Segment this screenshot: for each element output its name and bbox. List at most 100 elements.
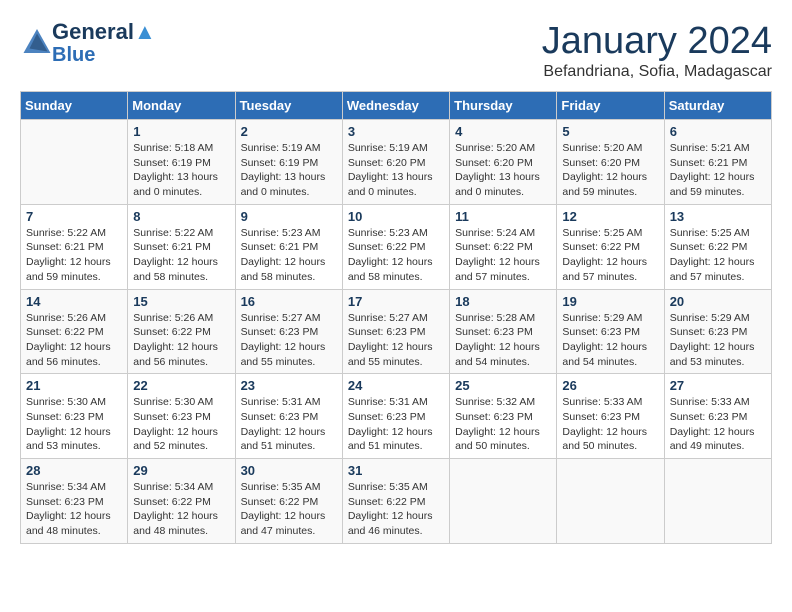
day-number: 9 xyxy=(241,209,337,224)
calendar-cell: 4 Sunrise: 5:20 AMSunset: 6:20 PMDaylight… xyxy=(450,120,557,205)
day-info: Sunrise: 5:22 AMSunset: 6:21 PMDaylight:… xyxy=(133,226,229,285)
day-number: 14 xyxy=(26,294,122,309)
calendar-cell: 14 Sunrise: 5:26 AMSunset: 6:22 PMDayligh… xyxy=(21,289,128,374)
day-info: Sunrise: 5:22 AMSunset: 6:21 PMDaylight:… xyxy=(26,226,122,285)
day-number: 13 xyxy=(670,209,766,224)
day-number: 31 xyxy=(348,463,444,478)
calendar-cell: 30 Sunrise: 5:35 AMSunset: 6:22 PMDayligh… xyxy=(235,459,342,544)
day-number: 16 xyxy=(241,294,337,309)
calendar-cell: 6Sunrise: 5:21 AMSunset: 6:21 PMDaylight… xyxy=(664,120,771,205)
day-number: 1 xyxy=(133,124,229,139)
day-info: Sunrise: 5:24 AMSunset: 6:22 PMDaylight:… xyxy=(455,226,551,285)
day-info: Sunrise: 5:30 AMSunset: 6:23 PMDaylight:… xyxy=(133,395,229,454)
day-number: 4 xyxy=(455,124,551,139)
day-number: 19 xyxy=(562,294,658,309)
weekday-header-tuesday: Tuesday xyxy=(235,92,342,120)
weekday-header-row: SundayMondayTuesdayWednesdayThursdayFrid… xyxy=(21,92,772,120)
calendar-cell: 24Sunrise: 5:31 AMSunset: 6:23 PMDayligh… xyxy=(342,374,449,459)
day-info: Sunrise: 5:23 AMSunset: 6:21 PMDaylight:… xyxy=(241,226,337,285)
calendar-cell: 10 Sunrise: 5:23 AMSunset: 6:22 PMDayligh… xyxy=(342,204,449,289)
day-info: Sunrise: 5:31 AMSunset: 6:23 PMDaylight:… xyxy=(241,395,337,454)
day-number: 26 xyxy=(562,378,658,393)
location: Befandriana, Sofia, Madagascar xyxy=(542,63,772,81)
calendar-table: SundayMondayTuesdayWednesdayThursdayFrid… xyxy=(20,91,772,544)
day-number: 20 xyxy=(670,294,766,309)
day-info: Sunrise: 5:19 AMSunset: 6:19 PMDaylight:… xyxy=(241,141,337,200)
day-info: Sunrise: 5:27 AMSunset: 6:23 PMDaylight:… xyxy=(348,311,444,370)
day-number: 11 xyxy=(455,209,551,224)
calendar-cell xyxy=(557,459,664,544)
day-info: Sunrise: 5:26 AMSunset: 6:22 PMDaylight:… xyxy=(26,311,122,370)
calendar-cell: 16 Sunrise: 5:27 AMSunset: 6:23 PMDayligh… xyxy=(235,289,342,374)
day-info: Sunrise: 5:35 AMSunset: 6:22 PMDaylight:… xyxy=(348,480,444,539)
logo-text: General▲ Blue xyxy=(52,20,156,66)
calendar-cell: 2Sunrise: 5:19 AMSunset: 6:19 PMDaylight… xyxy=(235,120,342,205)
day-info: Sunrise: 5:34 AMSunset: 6:23 PMDaylight:… xyxy=(26,480,122,539)
weekday-header-monday: Monday xyxy=(128,92,235,120)
day-number: 22 xyxy=(133,378,229,393)
calendar-cell: 20 Sunrise: 5:29 AMSunset: 6:23 PMDayligh… xyxy=(664,289,771,374)
day-info: Sunrise: 5:25 AMSunset: 6:22 PMDaylight:… xyxy=(562,226,658,285)
calendar-cell: 7 Sunrise: 5:22 AMSunset: 6:21 PMDaylight… xyxy=(21,204,128,289)
calendar-cell: 27 Sunrise: 5:33 AMSunset: 6:23 PMDayligh… xyxy=(664,374,771,459)
day-number: 24 xyxy=(348,378,444,393)
day-number: 7 xyxy=(26,209,122,224)
day-number: 3 xyxy=(348,124,444,139)
calendar-cell xyxy=(21,120,128,205)
day-info: Sunrise: 5:25 AMSunset: 6:22 PMDaylight:… xyxy=(670,226,766,285)
logo-icon xyxy=(22,27,52,55)
calendar-cell xyxy=(664,459,771,544)
day-info: Sunrise: 5:35 AMSunset: 6:22 PMDaylight:… xyxy=(241,480,337,539)
weekday-header-sunday: Sunday xyxy=(21,92,128,120)
day-info: Sunrise: 5:20 AMSunset: 6:20 PMDaylight:… xyxy=(562,141,658,200)
day-number: 17 xyxy=(348,294,444,309)
calendar-row-2: 14 Sunrise: 5:26 AMSunset: 6:22 PMDayligh… xyxy=(21,289,772,374)
calendar-cell: 8 Sunrise: 5:22 AMSunset: 6:21 PMDaylight… xyxy=(128,204,235,289)
calendar-row-0: 1 Sunrise: 5:18 AMSunset: 6:19 PMDaylight… xyxy=(21,120,772,205)
calendar-cell: 29 Sunrise: 5:34 AMSunset: 6:22 PMDayligh… xyxy=(128,459,235,544)
day-number: 27 xyxy=(670,378,766,393)
calendar-cell: 28Sunrise: 5:34 AMSunset: 6:23 PMDayligh… xyxy=(21,459,128,544)
calendar-cell: 9 Sunrise: 5:23 AMSunset: 6:21 PMDaylight… xyxy=(235,204,342,289)
calendar-cell: 19 Sunrise: 5:29 AMSunset: 6:23 PMDayligh… xyxy=(557,289,664,374)
day-number: 29 xyxy=(133,463,229,478)
day-info: Sunrise: 5:34 AMSunset: 6:22 PMDaylight:… xyxy=(133,480,229,539)
calendar-cell: 11 Sunrise: 5:24 AMSunset: 6:22 PMDayligh… xyxy=(450,204,557,289)
weekday-header-friday: Friday xyxy=(557,92,664,120)
calendar-cell xyxy=(450,459,557,544)
day-number: 5 xyxy=(562,124,658,139)
day-number: 10 xyxy=(348,209,444,224)
calendar-cell: 3Sunrise: 5:19 AMSunset: 6:20 PMDaylight… xyxy=(342,120,449,205)
weekday-header-thursday: Thursday xyxy=(450,92,557,120)
day-info: Sunrise: 5:29 AMSunset: 6:23 PMDaylight:… xyxy=(670,311,766,370)
day-number: 18 xyxy=(455,294,551,309)
day-info: Sunrise: 5:32 AMSunset: 6:23 PMDaylight:… xyxy=(455,395,551,454)
calendar-cell: 17 Sunrise: 5:27 AMSunset: 6:23 PMDayligh… xyxy=(342,289,449,374)
calendar-cell: 13 Sunrise: 5:25 AMSunset: 6:22 PMDayligh… xyxy=(664,204,771,289)
day-info: Sunrise: 5:27 AMSunset: 6:23 PMDaylight:… xyxy=(241,311,337,370)
day-info: Sunrise: 5:18 AMSunset: 6:19 PMDaylight:… xyxy=(133,141,229,200)
calendar-cell: 12Sunrise: 5:25 AMSunset: 6:22 PMDayligh… xyxy=(557,204,664,289)
calendar-cell: 18 Sunrise: 5:28 AMSunset: 6:23 PMDayligh… xyxy=(450,289,557,374)
day-number: 25 xyxy=(455,378,551,393)
calendar-cell: 15 Sunrise: 5:26 AMSunset: 6:22 PMDayligh… xyxy=(128,289,235,374)
calendar-row-3: 21Sunrise: 5:30 AMSunset: 6:23 PMDayligh… xyxy=(21,374,772,459)
day-number: 8 xyxy=(133,209,229,224)
calendar-row-1: 7 Sunrise: 5:22 AMSunset: 6:21 PMDaylight… xyxy=(21,204,772,289)
day-info: Sunrise: 5:29 AMSunset: 6:23 PMDaylight:… xyxy=(562,311,658,370)
calendar-cell: 23Sunrise: 5:31 AMSunset: 6:23 PMDayligh… xyxy=(235,374,342,459)
day-info: Sunrise: 5:28 AMSunset: 6:23 PMDaylight:… xyxy=(455,311,551,370)
calendar-cell: 1 Sunrise: 5:18 AMSunset: 6:19 PMDaylight… xyxy=(128,120,235,205)
title-block: January 2024 Befandriana, Sofia, Madagas… xyxy=(542,20,772,81)
calendar-cell: 21Sunrise: 5:30 AMSunset: 6:23 PMDayligh… xyxy=(21,374,128,459)
calendar-cell: 25 Sunrise: 5:32 AMSunset: 6:23 PMDayligh… xyxy=(450,374,557,459)
month-title: January 2024 xyxy=(542,20,772,63)
day-number: 6 xyxy=(670,124,766,139)
day-info: Sunrise: 5:23 AMSunset: 6:22 PMDaylight:… xyxy=(348,226,444,285)
calendar-cell: 22 Sunrise: 5:30 AMSunset: 6:23 PMDayligh… xyxy=(128,374,235,459)
day-info: Sunrise: 5:26 AMSunset: 6:22 PMDaylight:… xyxy=(133,311,229,370)
day-number: 30 xyxy=(241,463,337,478)
day-info: Sunrise: 5:33 AMSunset: 6:23 PMDaylight:… xyxy=(670,395,766,454)
day-number: 15 xyxy=(133,294,229,309)
day-info: Sunrise: 5:20 AMSunset: 6:20 PMDaylight:… xyxy=(455,141,551,200)
